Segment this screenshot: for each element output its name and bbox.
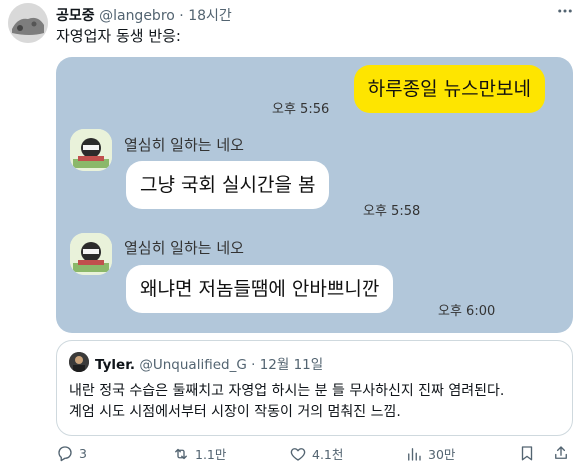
quoted-author-handle: @Unqualified_G — [139, 357, 247, 373]
bookmark-icon — [521, 446, 533, 461]
tweet-header: 공모중 @langebro · 18시간 — [56, 5, 232, 25]
like-count: 4.1천 — [312, 447, 344, 462]
separator: · — [251, 357, 256, 373]
retweet-icon — [175, 448, 187, 459]
action-bar: 3 1.1만 4.1천 30만 — [56, 444, 573, 468]
chat-time: 오후 5:58 — [363, 204, 421, 219]
retweet-button[interactable]: 1.1만 — [172, 444, 226, 463]
chat-sender-name: 열심히 일하는 네오 — [124, 239, 244, 257]
quoted-tweet-date: 12월 11일 — [259, 357, 324, 373]
chat-sender-name: 열심히 일하는 네오 — [124, 136, 244, 154]
share-icon — [555, 446, 567, 459]
views-button[interactable]: 30만 — [405, 444, 455, 463]
retweet-count: 1.1만 — [195, 447, 227, 462]
author-handle[interactable]: @langebro — [99, 8, 175, 24]
chat-time: 오후 5:56 — [272, 102, 330, 117]
reply-count: 3 — [79, 445, 87, 461]
quoted-author-name: Tyler. — [95, 357, 136, 373]
separator: · — [179, 8, 184, 24]
more-icon[interactable] — [556, 2, 574, 24]
reply-icon — [58, 446, 72, 462]
author-name[interactable]: 공모중 — [56, 8, 95, 24]
quoted-tweet-header: Tyler. @Unqualified_G · 12월 11일 — [95, 353, 323, 373]
views-icon — [408, 447, 421, 461]
tweet-text: 자영업자 동생 반응: — [56, 27, 181, 45]
quoted-text-line: 내란 정국 수습은 둘째치고 자영업 하시는 분 들 무사하신지 진짜 염려된다… — [69, 383, 505, 399]
chat-profile-icon — [70, 129, 112, 171]
like-button[interactable]: 4.1천 — [289, 444, 343, 463]
quoted-tweet[interactable]: Tyler. @Unqualified_G · 12월 11일 내란 정국 수습… — [56, 340, 573, 436]
reply-button[interactable]: 3 — [56, 444, 87, 462]
chat-time: 오후 6:00 — [438, 304, 496, 319]
chat-bubble-theirs: 그냥 국회 실시간을 봄 — [126, 161, 330, 209]
share-button[interactable] — [552, 444, 570, 462]
like-icon — [290, 447, 306, 461]
chat-profile-icon — [70, 233, 112, 275]
quoted-text-line: 계엄 시도 시점에서부터 시장이 작동이 거의 멈춰진 느낌. — [69, 404, 401, 420]
chat-bubble-theirs: 왜냐면 저놈들땜에 안바쁘니깐 — [126, 265, 394, 313]
views-count: 30만 — [428, 447, 456, 462]
chat-screenshot[interactable]: 하루종일 뉴스만보네 오후 5:56 열심히 일하는 네오 그냥 국회 실시간을… — [56, 57, 573, 333]
tweet-timestamp[interactable]: 18시간 — [188, 8, 232, 24]
quoted-tweet-text: 내란 정국 수습은 둘째치고 자영업 하시는 분 들 무사하신지 진짜 염려된다… — [69, 381, 565, 423]
quoted-author-avatar — [69, 352, 89, 372]
bookmark-button[interactable] — [518, 444, 536, 462]
chat-bubble-mine: 하루종일 뉴스만보네 — [353, 65, 545, 113]
author-avatar[interactable] — [8, 3, 48, 43]
